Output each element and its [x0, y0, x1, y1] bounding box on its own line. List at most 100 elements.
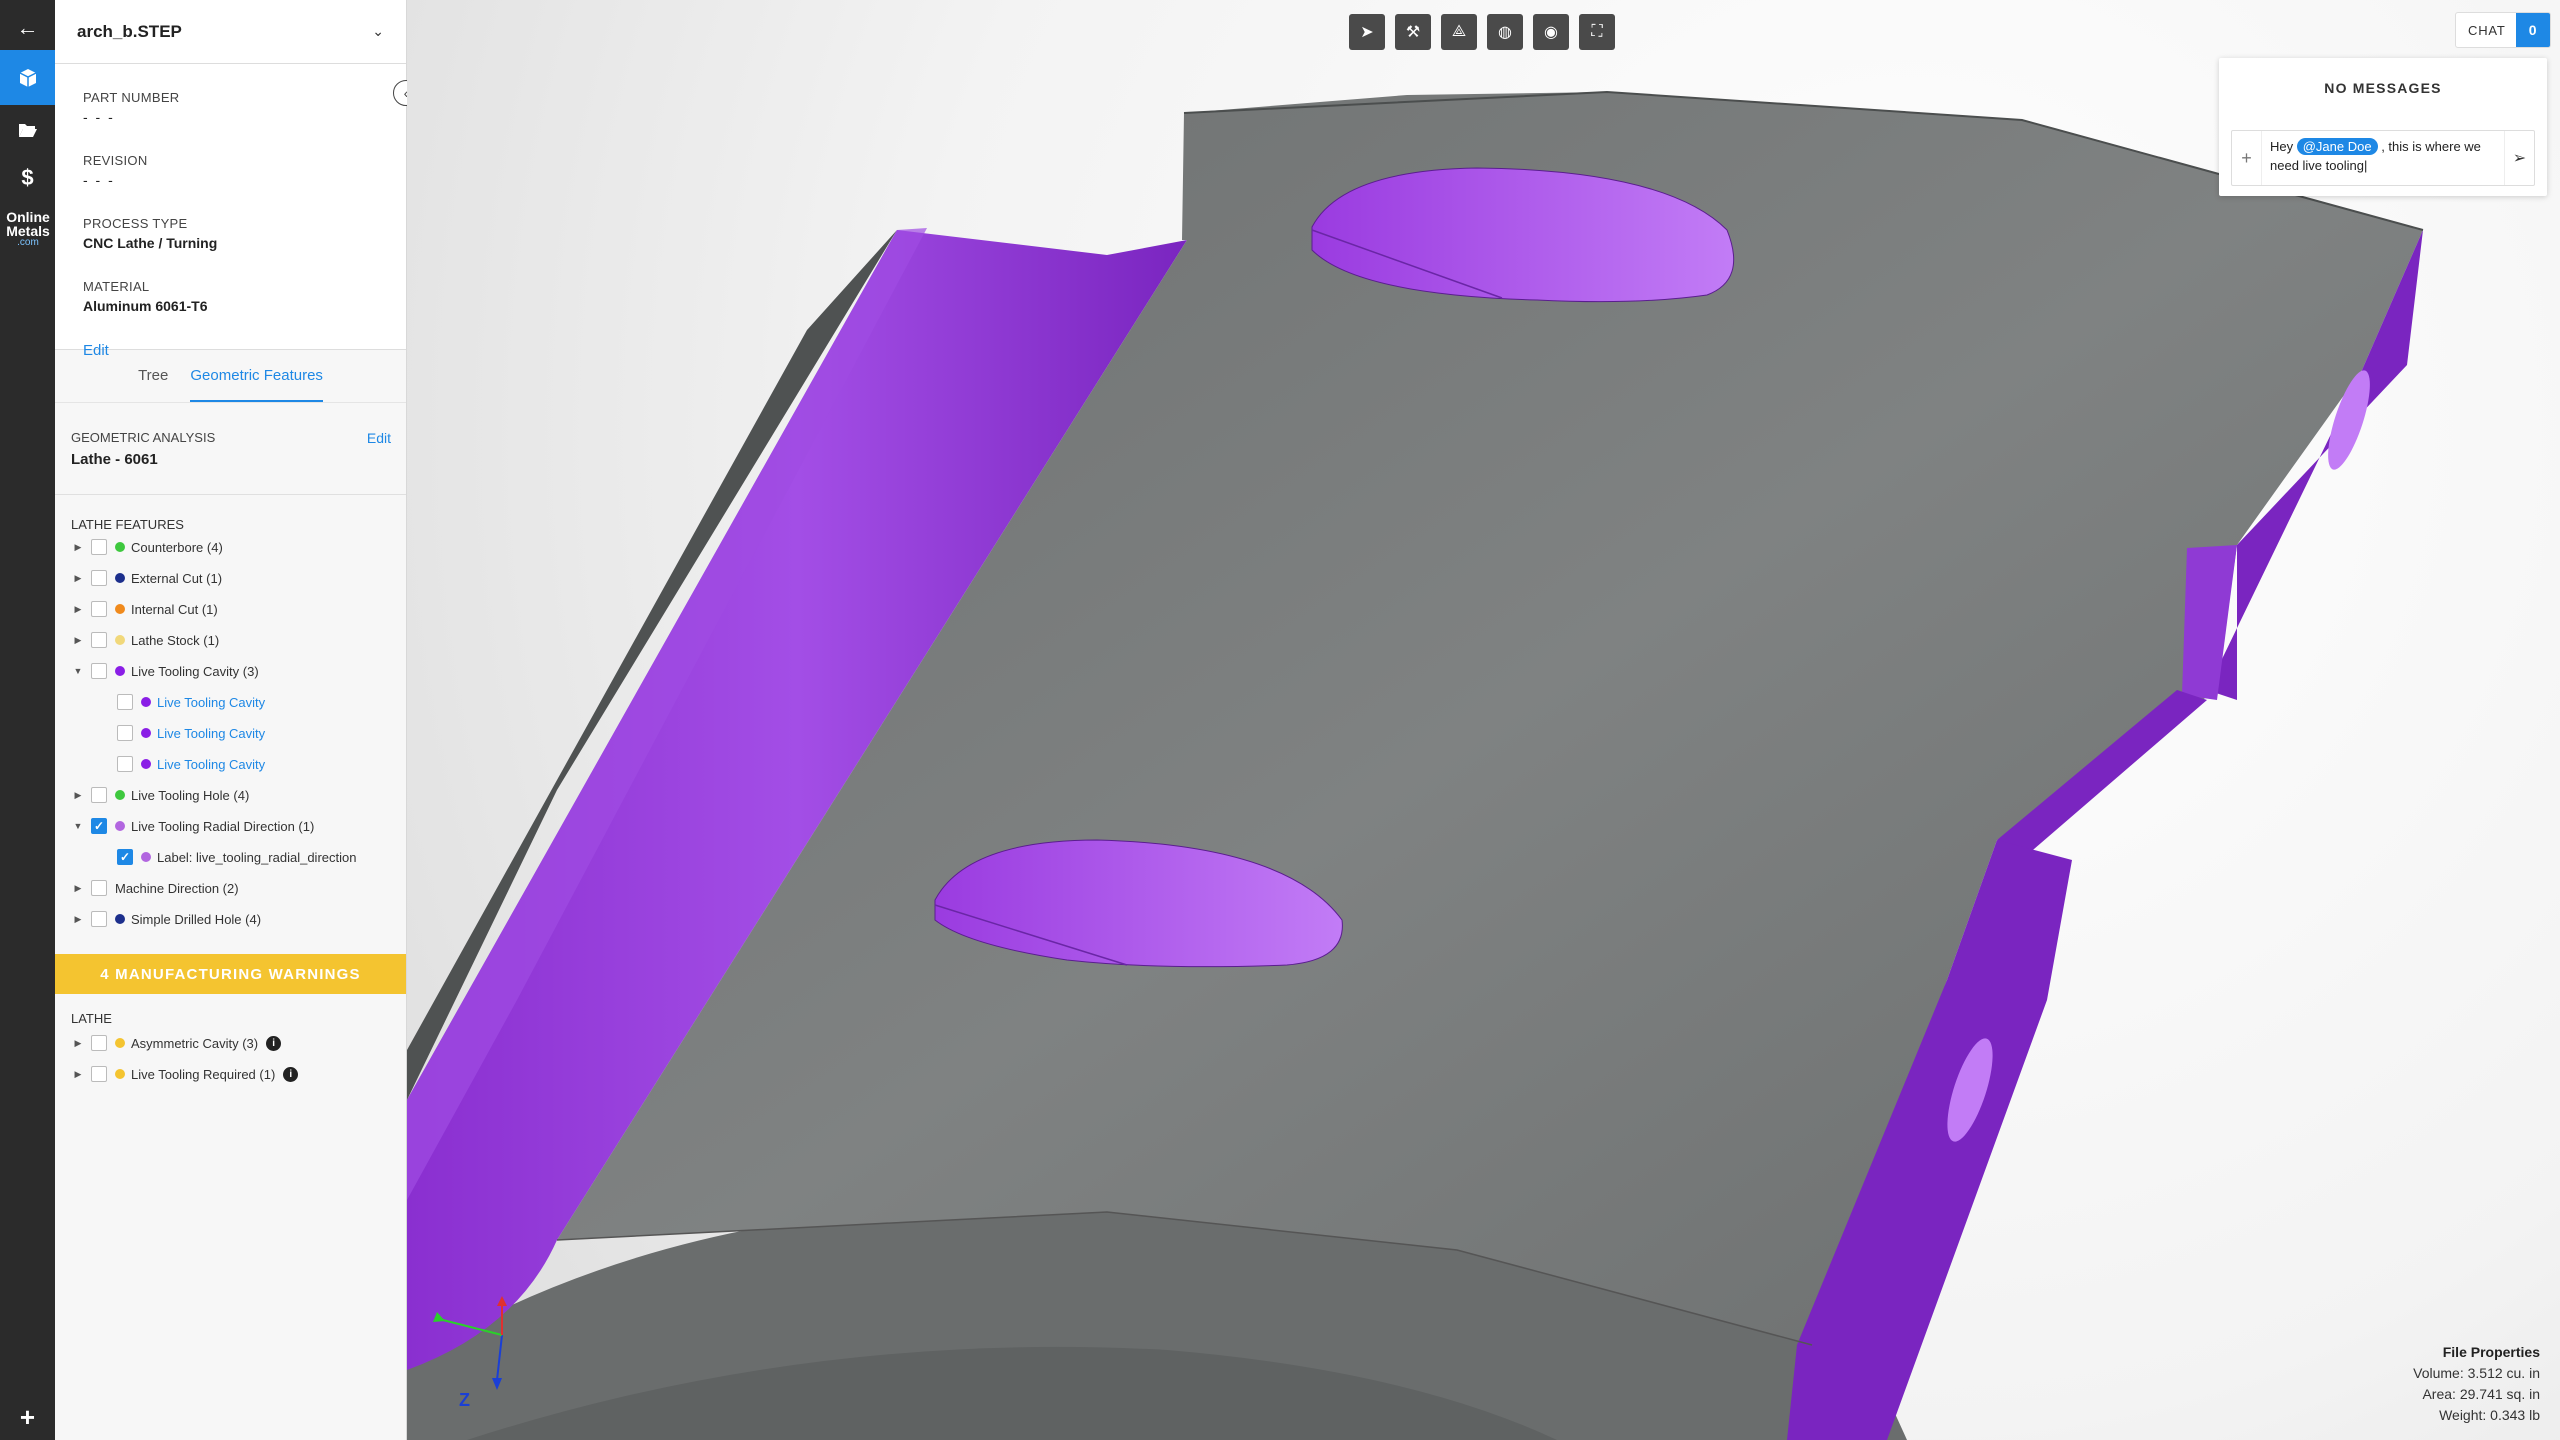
- eye-hide-icon: ◉: [1544, 24, 1558, 41]
- chat-toggle-button[interactable]: CHAT 0: [2455, 12, 2551, 48]
- 3d-viewport[interactable]: Z ➤ ⚒ ⟁ ◍ ◉ ⛶ CHAT 0 NO MESSAGES + Hey @…: [407, 0, 2560, 1440]
- feature-child-row[interactable]: Live Tooling Cavity: [71, 754, 265, 774]
- feature-checkbox[interactable]: [91, 632, 107, 648]
- feature-checkbox[interactable]: [91, 787, 107, 803]
- feature-checkbox[interactable]: [91, 570, 107, 586]
- feature-checkbox[interactable]: [91, 539, 107, 555]
- feature-label[interactable]: Live Tooling Cavity: [157, 726, 265, 741]
- caret-right-icon[interactable]: ▶: [71, 635, 85, 646]
- manufacturing-warnings-banner[interactable]: 4 MANUFACTURING WARNINGS: [55, 954, 406, 994]
- feature-checkbox[interactable]: [91, 911, 107, 927]
- part-model[interactable]: [407, 0, 2560, 1440]
- caret-down-icon[interactable]: ▼: [71, 666, 85, 676]
- feature-row[interactable]: ▶ External Cut (1): [71, 568, 222, 588]
- info-icon[interactable]: i: [283, 1066, 299, 1082]
- feature-checkbox[interactable]: [117, 694, 133, 710]
- feature-row[interactable]: ▶ Lathe Stock (1): [71, 630, 219, 650]
- material-value: Aluminum 6061-T6: [83, 298, 208, 314]
- measure-icon: ⟁: [1451, 23, 1467, 40]
- process-type-label: PROCESS TYPE: [83, 216, 188, 231]
- edit-analysis-link[interactable]: Edit: [367, 430, 391, 446]
- attach-button[interactable]: +: [2232, 131, 2262, 185]
- feature-row[interactable]: ▼ Live Tooling Cavity (3): [71, 661, 259, 681]
- feature-row[interactable]: ▶ Internal Cut (1): [71, 599, 218, 619]
- feature-checkbox[interactable]: [117, 725, 133, 741]
- plus-icon: +: [19, 1402, 36, 1432]
- caret-down-icon[interactable]: ▼: [71, 821, 85, 831]
- warning-row[interactable]: ▶ Live Tooling Required (1) i: [71, 1064, 299, 1084]
- chat-input[interactable]: + Hey @Jane Doe , this is where we need …: [2231, 130, 2535, 186]
- feature-label: Machine Direction (2): [115, 880, 239, 896]
- tab-tree[interactable]: Tree: [138, 355, 168, 402]
- feature-child-row[interactable]: Live Tooling Cavity: [71, 723, 265, 743]
- feature-row[interactable]: ▶ Counterbore (4): [71, 537, 223, 557]
- feature-label[interactable]: Live Tooling Cavity: [157, 695, 265, 710]
- feature-checkbox[interactable]: [91, 663, 107, 679]
- feature-checkbox[interactable]: [91, 880, 107, 896]
- info-icon[interactable]: i: [266, 1035, 282, 1051]
- visibility-button[interactable]: ◉: [1533, 14, 1569, 50]
- chat-message-field[interactable]: Hey @Jane Doe , this is where we need li…: [2262, 131, 2504, 185]
- chat-count-badge: 0: [2515, 13, 2550, 47]
- mention-tag[interactable]: @Jane Doe: [2296, 138, 2378, 155]
- files-nav-button[interactable]: [0, 102, 55, 157]
- send-button[interactable]: ➢: [2504, 131, 2534, 185]
- feature-color-dot: [115, 821, 125, 831]
- feature-row[interactable]: ▶ Machine Direction (2): [71, 878, 239, 898]
- feature-label: Counterbore (4): [131, 539, 223, 555]
- caret-right-icon[interactable]: ▶: [71, 1038, 85, 1049]
- caret-right-icon[interactable]: ▶: [71, 542, 85, 553]
- chat-text-prefix: Hey: [2270, 139, 2297, 154]
- view-toolbar: ➤ ⚒ ⟁ ◍ ◉ ⛶: [1349, 14, 1615, 50]
- caret-right-icon[interactable]: ▶: [71, 573, 85, 584]
- volume-value: Volume: 3.512 cu. in: [2413, 1365, 2540, 1381]
- feature-child-row[interactable]: Live Tooling Cavity: [71, 692, 265, 712]
- feature-child-row[interactable]: ✓ Label: live_tooling_radial_direction: [71, 847, 356, 867]
- feature-checkbox[interactable]: [117, 756, 133, 772]
- back-button[interactable]: ←: [0, 0, 55, 55]
- feature-color-dot: [141, 697, 151, 707]
- feature-label: Lathe Stock (1): [131, 632, 220, 648]
- fit-view-button[interactable]: ⛶: [1579, 14, 1615, 50]
- feature-label: Live Tooling Hole (4): [131, 787, 250, 803]
- caret-right-icon[interactable]: ▶: [71, 883, 85, 894]
- file-properties-title: File Properties: [2442, 1344, 2540, 1360]
- globe-button[interactable]: ◍: [1487, 14, 1523, 50]
- feature-row[interactable]: ▶ Live Tooling Hole (4): [71, 785, 249, 805]
- select-tool-button[interactable]: ➤: [1349, 14, 1385, 50]
- feature-checkbox[interactable]: ✓: [91, 818, 107, 834]
- caret-right-icon[interactable]: ▶: [71, 1069, 85, 1080]
- feature-checkbox[interactable]: ✓: [117, 849, 133, 865]
- geometric-analysis-value: Lathe - 6061: [71, 451, 158, 468]
- add-button[interactable]: +: [0, 1390, 55, 1440]
- feature-checkbox[interactable]: [91, 601, 107, 617]
- pointer-icon: ➤: [1360, 24, 1374, 41]
- pricing-nav-button[interactable]: $: [0, 150, 55, 205]
- tab-geometric-features[interactable]: Geometric Features: [190, 355, 323, 402]
- caret-right-icon[interactable]: ▶: [71, 604, 85, 615]
- process-type-value: CNC Lathe / Turning: [83, 235, 218, 251]
- caret-right-icon[interactable]: ▶: [71, 790, 85, 801]
- part-number-label: PART NUMBER: [83, 90, 180, 105]
- warning-checkbox[interactable]: [91, 1066, 107, 1082]
- feature-color-dot: [141, 728, 151, 738]
- revision-label: REVISION: [83, 153, 148, 168]
- warning-row[interactable]: ▶ Asymmetric Cavity (3) i: [71, 1033, 282, 1053]
- divider: [55, 494, 406, 495]
- feature-color-dot: [115, 666, 125, 676]
- measure-button[interactable]: ⟁: [1441, 14, 1477, 50]
- parts-nav-button[interactable]: [0, 50, 55, 105]
- feature-label[interactable]: Live Tooling Cavity: [157, 757, 265, 772]
- warning-checkbox[interactable]: [91, 1035, 107, 1051]
- feature-row[interactable]: ▼ ✓ Live Tooling Radial Direction (1): [71, 816, 314, 836]
- feature-row[interactable]: ▶ Simple Drilled Hole (4): [71, 909, 261, 929]
- feature-label: Live Tooling Cavity (3): [131, 663, 259, 679]
- cube-icon: [19, 68, 36, 87]
- geometric-analysis-label: GEOMETRIC ANALYSIS: [71, 430, 216, 445]
- tools-button[interactable]: ⚒: [1395, 14, 1431, 50]
- file-selector[interactable]: arch_b.STEP ⌄: [55, 0, 406, 64]
- online-metals-logo: Online Metals .com: [6, 209, 50, 248]
- caret-right-icon[interactable]: ▶: [71, 914, 85, 925]
- feature-color-dot: [115, 542, 125, 552]
- file-name: arch_b.STEP: [77, 21, 182, 41]
